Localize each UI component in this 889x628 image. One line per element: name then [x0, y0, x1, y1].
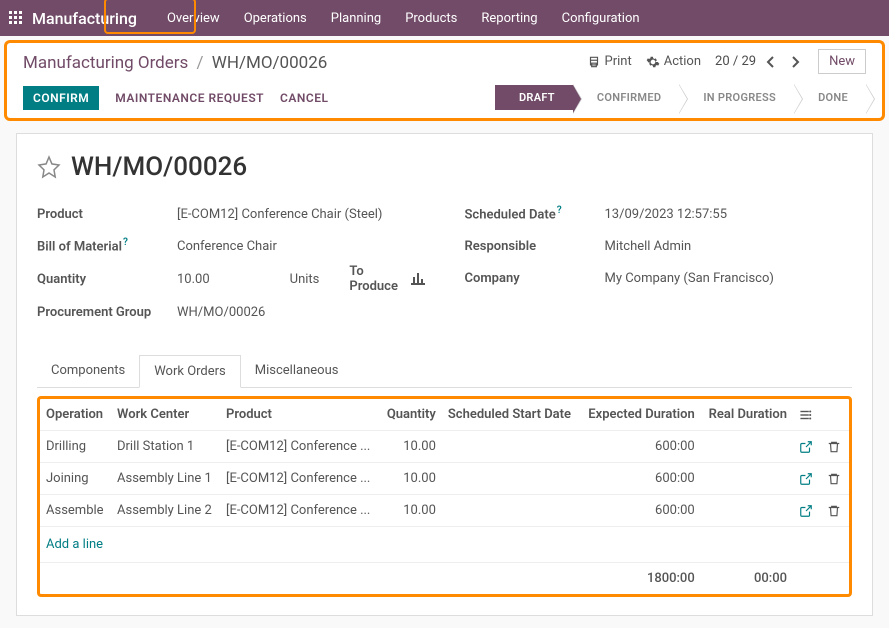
- col-exp[interactable]: Expected Duration: [580, 399, 701, 431]
- table-row[interactable]: JoiningAssembly Line 1[E-COM12] Conferen…: [40, 463, 849, 495]
- nav-item-overview[interactable]: Overview: [157, 7, 230, 30]
- tabs: Components Work Orders Miscellaneous: [37, 354, 852, 388]
- nav-item-products[interactable]: Products: [395, 7, 467, 30]
- table-row[interactable]: DrillingDrill Station 1[E-COM12] Confere…: [40, 431, 849, 463]
- action-button[interactable]: Action: [646, 54, 701, 69]
- status-flow: DRAFT CONFIRMED IN PROGRESS DONE: [495, 85, 866, 110]
- pager-next[interactable]: [786, 54, 804, 70]
- tab-components[interactable]: Components: [37, 355, 139, 388]
- chart-icon[interactable]: [411, 273, 425, 285]
- bom-value[interactable]: Conference Chair: [177, 239, 277, 254]
- product-label: Product: [37, 207, 177, 222]
- sched-value[interactable]: 13/09/2023 12:57:55: [605, 207, 728, 222]
- apps-icon[interactable]: [8, 10, 24, 26]
- tab-misc[interactable]: Miscellaneous: [241, 355, 353, 388]
- print-icon: [587, 55, 601, 69]
- col-product[interactable]: Product: [220, 399, 380, 431]
- pager-prev[interactable]: [762, 54, 780, 70]
- qty-value[interactable]: 10.00: [177, 272, 210, 287]
- comp-value[interactable]: My Company (San Francisco): [605, 271, 774, 286]
- pager: 20 / 29: [715, 54, 804, 70]
- col-wc[interactable]: Work Center: [111, 399, 220, 431]
- col-real[interactable]: Real Duration: [701, 399, 793, 431]
- external-link-icon[interactable]: [793, 463, 821, 495]
- trash-icon[interactable]: [821, 463, 849, 495]
- breadcrumb: Manufacturing Orders / WH/MO/00026: [23, 49, 327, 77]
- nav-item-configuration[interactable]: Configuration: [552, 7, 650, 30]
- external-link-icon[interactable]: [793, 495, 821, 527]
- cancel-button[interactable]: CANCEL: [280, 91, 328, 105]
- work-orders-table: Operation Work Center Product Quantity S…: [37, 396, 852, 597]
- record-card: WH/MO/00026 Product[E-COM12] Conference …: [16, 133, 873, 616]
- breadcrumb-root[interactable]: Manufacturing Orders: [23, 53, 188, 73]
- print-button[interactable]: Print: [587, 54, 632, 69]
- nav-item-operations[interactable]: Operations: [234, 7, 317, 30]
- tab-workorders[interactable]: Work Orders: [139, 355, 241, 388]
- resp-label: Responsible: [465, 239, 605, 254]
- col-start[interactable]: Scheduled Start Date: [442, 399, 580, 431]
- star-icon[interactable]: [37, 155, 61, 179]
- external-link-icon[interactable]: [793, 431, 821, 463]
- sched-label: Scheduled Date?: [465, 205, 605, 222]
- help-icon[interactable]: ?: [123, 237, 128, 248]
- bom-label: Bill of Material?: [37, 237, 177, 254]
- qty-unit[interactable]: Units: [290, 272, 320, 287]
- trash-icon[interactable]: [821, 431, 849, 463]
- breadcrumb-current: WH/MO/00026: [212, 53, 328, 73]
- nav-item-planning[interactable]: Planning: [321, 7, 391, 30]
- total-real: 00:00: [701, 563, 793, 595]
- col-settings[interactable]: [793, 399, 821, 431]
- status-done[interactable]: DONE: [794, 85, 866, 110]
- status-draft[interactable]: DRAFT: [495, 85, 573, 110]
- table-row[interactable]: AssembleAssembly Line 2[E-COM12] Confere…: [40, 495, 849, 527]
- col-operation[interactable]: Operation: [40, 399, 111, 431]
- action-bar: CONFIRM MAINTENANCE REQUEST CANCEL DRAFT…: [4, 77, 885, 121]
- pg-label: Procurement Group: [37, 305, 177, 320]
- status-confirmed[interactable]: CONFIRMED: [573, 85, 679, 110]
- pg-value[interactable]: WH/MO/00026: [177, 305, 265, 320]
- gear-icon: [646, 55, 660, 69]
- add-line[interactable]: Add a line: [40, 527, 849, 563]
- record-title: WH/MO/00026: [71, 152, 247, 182]
- nav-item-reporting[interactable]: Reporting: [471, 7, 547, 30]
- to-produce: To Produce: [349, 264, 424, 294]
- comp-label: Company: [465, 271, 605, 286]
- confirm-button[interactable]: CONFIRM: [23, 86, 99, 110]
- qty-label: Quantity: [37, 272, 177, 287]
- new-button[interactable]: New: [818, 49, 866, 74]
- app-name[interactable]: Manufacturing: [32, 9, 137, 28]
- header-bar: Manufacturing Orders / WH/MO/00026 Print…: [4, 40, 885, 77]
- status-inprogress[interactable]: IN PROGRESS: [679, 85, 794, 110]
- trash-icon[interactable]: [821, 495, 849, 527]
- total-exp: 1800:00: [580, 563, 701, 595]
- top-nav: Manufacturing OverviewOperationsPlanning…: [0, 0, 889, 36]
- pager-text: 20 / 29: [715, 54, 756, 69]
- product-value[interactable]: [E-COM12] Conference Chair (Steel): [177, 207, 382, 222]
- help-icon[interactable]: ?: [557, 205, 562, 216]
- resp-value[interactable]: Mitchell Admin: [605, 239, 692, 254]
- col-qty[interactable]: Quantity: [380, 399, 442, 431]
- maintenance-button[interactable]: MAINTENANCE REQUEST: [115, 91, 264, 105]
- breadcrumb-sep: /: [197, 53, 204, 73]
